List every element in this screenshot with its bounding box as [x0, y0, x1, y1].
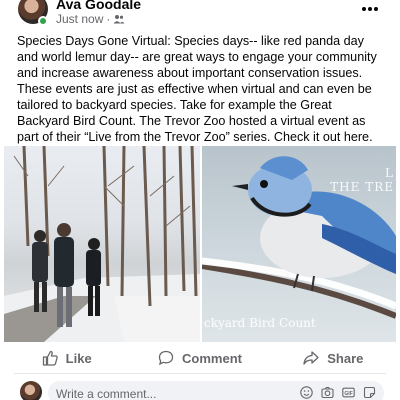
share-button[interactable]: Share [267, 346, 400, 370]
post-text: Species Days Gone Virtual: Species days-… [17, 34, 377, 144]
post-header: Ava Goodale Just now · [0, 0, 400, 30]
thumbs-up-icon [42, 350, 58, 366]
like-button[interactable]: Like [0, 346, 133, 370]
photo-overlay-bottom-text: ckyard Bird Count [204, 316, 316, 330]
svg-text:GIF: GIF [344, 391, 352, 397]
comment-bubble-icon [158, 350, 174, 366]
emoji-icon[interactable] [300, 386, 313, 399]
like-label: Like [65, 350, 92, 366]
camera-icon[interactable] [321, 386, 334, 399]
photo-overlay-top-text: L THE TRE [330, 166, 394, 194]
photo-blue-jay[interactable]: L THE TRE ckyard Bird Count [202, 146, 396, 342]
comment-placeholder: Write a comment... [56, 387, 157, 400]
comment-label: Comment [182, 350, 242, 366]
share-label: Share [327, 350, 364, 366]
timestamp[interactable]: Just now [56, 12, 103, 26]
separator-dot: · [106, 12, 111, 26]
photo-people-winter-road[interactable] [4, 146, 200, 342]
author-name[interactable]: Ava Goodale [56, 0, 141, 12]
commenter-avatar[interactable] [20, 381, 42, 400]
more-dots-icon[interactable] [360, 2, 380, 16]
gif-icon[interactable]: GIF [342, 386, 355, 399]
comment-input-icons: GIF [300, 386, 376, 399]
comment-button[interactable]: Comment [133, 346, 266, 370]
share-arrow-icon [303, 350, 319, 366]
comment-composer: Write a comment... GIF [0, 381, 400, 400]
divider [14, 373, 386, 374]
post-actions: Like Comment Share [0, 346, 400, 370]
comment-input[interactable]: Write a comment... GIF [48, 381, 384, 400]
friends-icon[interactable] [113, 14, 125, 24]
sticker-icon[interactable] [363, 386, 376, 399]
post-meta: Just now · [56, 12, 125, 26]
online-status-dot [38, 16, 48, 26]
photo-grid: L THE TRE ckyard Bird Count [4, 146, 396, 342]
